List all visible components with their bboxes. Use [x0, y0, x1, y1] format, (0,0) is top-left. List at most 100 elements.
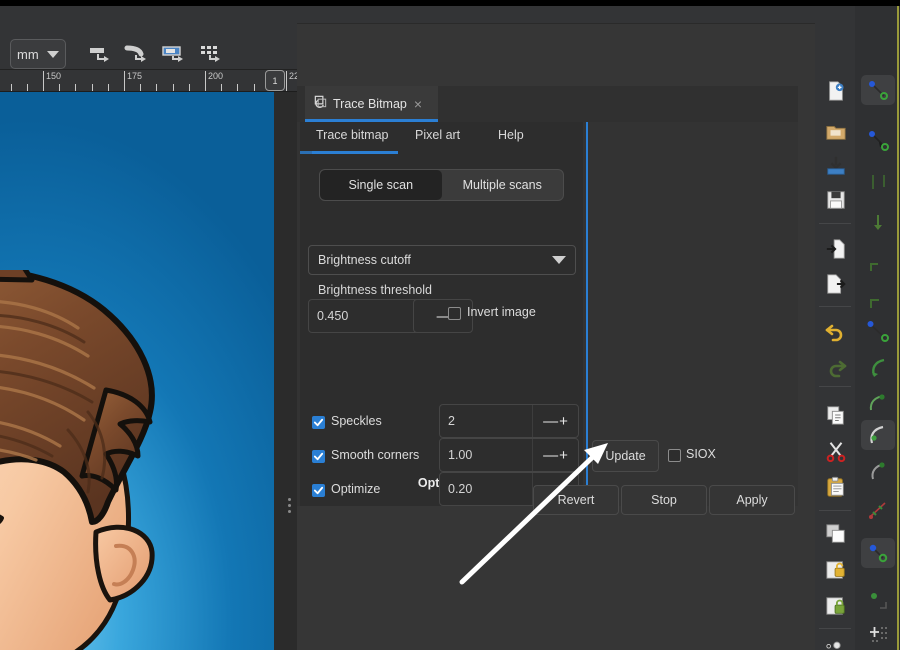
siox-checkbox[interactable]: [668, 449, 681, 462]
lock-object-icon[interactable]: [819, 591, 853, 621]
object-to-path-rail-icon[interactable]: [861, 495, 895, 525]
node-join-icon[interactable]: [861, 125, 895, 155]
scan-mode-single[interactable]: Single scan: [320, 170, 442, 200]
drawing-canvas[interactable]: [0, 92, 274, 650]
node-editor-icon[interactable]: [861, 75, 895, 105]
ruler-minor-tick: [59, 84, 60, 91]
canvas-scrollbar-track[interactable]: [274, 92, 561, 650]
tab-help[interactable]: Help: [498, 128, 524, 142]
line-segment-icon[interactable]: [861, 456, 895, 486]
detection-mode-value: Brightness cutoff: [318, 253, 411, 267]
optimize-value: 0.20: [448, 482, 473, 496]
dialog-tabstrip: Trace Bitmap ×: [297, 86, 798, 122]
rail-separator: [819, 306, 851, 307]
node-cusp-icon[interactable]: [861, 286, 895, 316]
node-smooth-icon[interactable]: [861, 316, 895, 346]
node-delete-icon[interactable]: [861, 208, 895, 238]
show-transform-handles-icon[interactable]: [861, 538, 895, 568]
tab-trace-bitmap[interactable]: Trace bitmap: [316, 128, 388, 142]
save-as-icon[interactable]: [819, 185, 853, 215]
siox-label: SIOX: [686, 447, 716, 461]
object-to-path-icon[interactable]: [86, 42, 114, 66]
scan-mode-multiple[interactable]: Multiple scans: [442, 170, 564, 200]
dialog-panel-accent-edge: [586, 122, 588, 506]
minus-icon[interactable]: —: [543, 448, 558, 463]
command-toolbar: mm: [0, 6, 297, 70]
ruler-minor-tick: [75, 84, 76, 91]
redo-icon[interactable]: [819, 352, 853, 382]
show-bezier-handles-icon[interactable]: [861, 585, 895, 615]
node-auto-icon[interactable]: [861, 388, 895, 418]
scan-mode-toggle[interactable]: Single scan Multiple scans: [319, 169, 564, 201]
ruler-minor-tick: [156, 84, 157, 91]
workspace-topbar: [297, 6, 815, 24]
speckles-input[interactable]: 2 — +: [439, 404, 579, 438]
apply-button[interactable]: Apply: [709, 485, 795, 515]
ruler-zoom-value: 1: [272, 75, 278, 86]
detection-mode-select[interactable]: Brightness cutoff: [308, 245, 576, 275]
update-button[interactable]: Update: [592, 440, 659, 472]
curve-segment-icon[interactable]: [861, 420, 895, 450]
save-document-icon[interactable]: [819, 151, 853, 181]
tab-indicator-left-cap: [300, 151, 312, 154]
dialog-tab-trace-bitmap[interactable]: Trace Bitmap ×: [305, 86, 438, 122]
import-icon[interactable]: [819, 234, 853, 264]
ruler-zoom-indicator[interactable]: 1: [265, 70, 285, 91]
ruler-minor-tick: [254, 84, 255, 91]
copy-icon[interactable]: [819, 400, 853, 430]
smooth-corners-stepper[interactable]: — +: [532, 439, 578, 471]
undo-icon[interactable]: [819, 316, 853, 346]
optimize-checkbox[interactable]: [312, 484, 325, 497]
unit-selector-value: mm: [17, 46, 39, 62]
open-document-icon[interactable]: [819, 117, 853, 147]
speckles-checkbox[interactable]: [312, 416, 325, 429]
trace-bitmap-toolbar-icon[interactable]: [160, 42, 188, 66]
speckles-stepper[interactable]: — +: [532, 405, 578, 437]
tab-pixel-art[interactable]: Pixel art: [415, 128, 460, 142]
duplicate-icon[interactable]: [819, 519, 853, 549]
stop-button[interactable]: Stop: [621, 485, 707, 515]
ruler-label: 150: [46, 71, 62, 81]
invert-image-label: Invert image: [467, 305, 536, 319]
path-break-icon[interactable]: [861, 250, 895, 280]
node-insert-icon[interactable]: [861, 168, 895, 198]
chevron-down-icon: [552, 256, 566, 264]
close-icon[interactable]: ×: [414, 97, 422, 111]
tab-active-indicator: [312, 151, 398, 154]
panel-resize-grip[interactable]: [286, 498, 294, 516]
snap-nodes-icon[interactable]: [861, 620, 895, 650]
ruler-minor-tick: [27, 84, 28, 91]
horizontal-ruler[interactable]: 150 175 200 225: [0, 70, 297, 92]
ruler-minor-tick: [173, 84, 174, 91]
ruler-label: 175: [127, 71, 143, 81]
cut-icon[interactable]: [819, 436, 853, 466]
minus-icon[interactable]: —: [543, 414, 558, 429]
trace-bitmap-dialog: Trace Bitmap × Trace bitmap Pixel art He…: [297, 86, 798, 506]
speckles-label: Speckles: [331, 414, 382, 428]
ruler-minor-tick: [92, 84, 93, 91]
smooth-corners-checkbox[interactable]: [312, 450, 325, 463]
text-to-path-icon[interactable]: [197, 42, 225, 66]
dialog-tab-label: Trace Bitmap: [333, 97, 407, 111]
stroke-to-path-icon[interactable]: [123, 42, 151, 66]
node-symmetric-icon[interactable]: [861, 352, 895, 382]
select-all-icon[interactable]: [819, 634, 853, 650]
plus-icon[interactable]: +: [559, 448, 568, 463]
plus-icon[interactable]: +: [559, 414, 568, 429]
ruler-minor-tick: [11, 84, 12, 91]
export-icon[interactable]: [819, 269, 853, 299]
smooth-corners-value: 1.00: [448, 448, 473, 462]
revert-button[interactable]: Revert: [533, 485, 619, 515]
smooth-corners-input[interactable]: 1.00 — +: [439, 438, 579, 472]
unlock-object-icon[interactable]: [819, 555, 853, 585]
brightness-threshold-stepper[interactable]: — +: [413, 299, 473, 333]
window-right-edge: [897, 6, 899, 650]
unit-selector[interactable]: mm: [10, 39, 66, 69]
ruler-label: 200: [208, 71, 224, 81]
dialog-content-panel: Trace bitmap Pixel art Help Single scan …: [300, 122, 588, 506]
paste-icon[interactable]: [819, 472, 853, 502]
rail-separator: [819, 223, 851, 224]
invert-image-checkbox[interactable]: [448, 307, 461, 320]
new-document-icon[interactable]: [819, 76, 853, 106]
ruler-minor-tick: [221, 84, 222, 91]
